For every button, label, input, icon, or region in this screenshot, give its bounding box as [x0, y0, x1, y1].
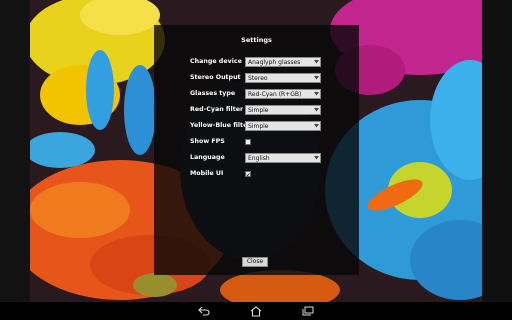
setting-row-show-fps: Show FPS	[190, 137, 322, 147]
dropdown-arrow-icon	[312, 58, 320, 66]
stereo-output-select[interactable]: Stereo	[245, 73, 321, 83]
android-navigation-bar	[0, 302, 512, 320]
dropdown-arrow-icon	[312, 154, 320, 162]
language-select[interactable]: English	[245, 153, 321, 163]
change-device-select[interactable]: Anaglyph glasses	[245, 57, 321, 67]
select-value: Stereo	[248, 74, 268, 82]
recent-apps-icon[interactable]	[301, 305, 315, 317]
dialog-title: Settings	[241, 36, 272, 44]
dropdown-arrow-icon	[312, 90, 320, 98]
select-value: Red-Cyan (R+GB)	[248, 90, 302, 98]
setting-row-yellow-blue-filter: Yellow-Blue filter Simple	[190, 121, 322, 131]
settings-dialog: Settings Change device Anaglyph glasses …	[154, 25, 359, 275]
setting-label: Yellow-Blue filter	[190, 122, 251, 129]
left-edge	[0, 0, 30, 302]
checkmark-icon	[246, 172, 250, 176]
select-value: Simple	[248, 122, 269, 130]
dropdown-arrow-icon	[312, 106, 320, 114]
dropdown-arrow-icon	[312, 122, 320, 130]
setting-row-stereo-output: Stereo Output Stereo	[190, 73, 322, 83]
setting-row-change-device: Change device Anaglyph glasses	[190, 57, 322, 67]
setting-row-glasses-type: Glasses type Red-Cyan (R+GB)	[190, 89, 322, 99]
close-button[interactable]: Close	[242, 257, 268, 267]
home-icon[interactable]	[249, 305, 263, 317]
glasses-type-select[interactable]: Red-Cyan (R+GB)	[245, 89, 321, 99]
dropdown-arrow-icon	[312, 74, 320, 82]
setting-row-mobile-ui: Mobile UI	[190, 169, 322, 179]
select-value: Simple	[248, 106, 269, 114]
setting-row-language: Language English	[190, 153, 322, 163]
select-value: Anaglyph glasses	[248, 58, 301, 66]
mobile-ui-checkbox[interactable]	[245, 171, 251, 177]
setting-label: Mobile UI	[190, 170, 224, 177]
setting-label: Show FPS	[190, 138, 225, 145]
yellow-blue-filter-select[interactable]: Simple	[245, 121, 321, 131]
setting-label: Language	[190, 154, 225, 161]
right-edge	[482, 0, 512, 302]
setting-label: Glasses type	[190, 90, 236, 97]
select-value: English	[248, 154, 270, 162]
setting-label: Red-Cyan filter	[190, 106, 244, 113]
back-icon[interactable]	[197, 305, 211, 317]
show-fps-checkbox[interactable]	[245, 139, 251, 145]
setting-row-red-cyan-filter: Red-Cyan filter Simple	[190, 105, 322, 115]
setting-label: Change device	[190, 58, 242, 65]
setting-label: Stereo Output	[190, 74, 241, 81]
red-cyan-filter-select[interactable]: Simple	[245, 105, 321, 115]
